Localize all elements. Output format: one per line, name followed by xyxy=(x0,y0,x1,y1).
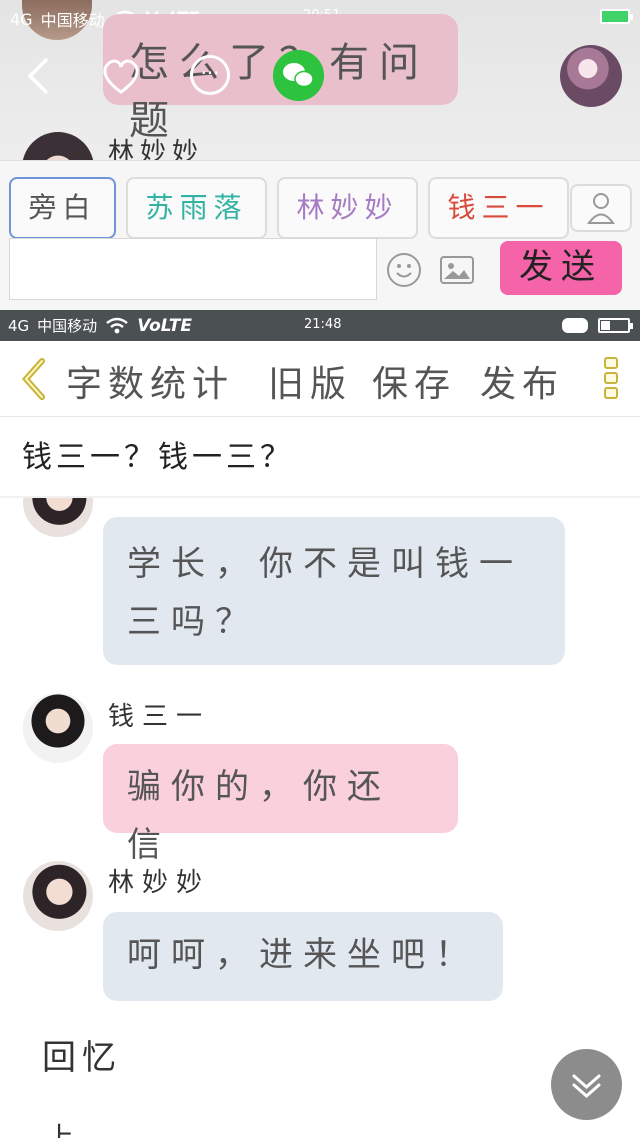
message-bubble: 骗你的，你还信 xyxy=(103,744,458,865)
battery-icon xyxy=(598,318,633,333)
tab-qian-sanyi[interactable]: 钱三一 xyxy=(428,177,569,239)
status-bar: 4G 中国移动 VoLTE 21:48 xyxy=(0,310,640,341)
wifi-icon xyxy=(106,317,128,333)
gamepad-icon xyxy=(562,318,588,333)
emoji-icon[interactable] xyxy=(387,253,421,287)
save-button[interactable]: 保存 xyxy=(372,355,456,407)
avatar[interactable] xyxy=(560,45,622,107)
tab-narrator[interactable]: 旁白 xyxy=(9,177,116,239)
scroll-down-button[interactable] xyxy=(551,1049,622,1120)
network-label: VoLTE xyxy=(137,315,193,336)
back-icon[interactable] xyxy=(22,56,52,96)
message-text: 呵呵，进来坐吧！ xyxy=(127,935,479,975)
back-icon[interactable] xyxy=(18,357,48,401)
menu-icon[interactable] xyxy=(604,357,620,405)
avatar xyxy=(23,693,93,763)
message-text: 学长，你不是叫钱一 xyxy=(127,544,523,584)
editor-header: 字数统计 旧版 保存 发布 xyxy=(0,341,640,417)
more-icon[interactable]: ··· xyxy=(190,55,230,95)
tab-su-yuluo[interactable]: 苏雨落 xyxy=(126,177,267,239)
message-input[interactable] xyxy=(9,238,377,300)
user-icon xyxy=(587,193,615,224)
section-title: 回忆 xyxy=(42,1038,122,1078)
old-version-button[interactable]: 旧版 xyxy=(268,355,352,407)
sender-name: 钱三一 xyxy=(108,702,211,732)
avatar xyxy=(23,861,93,931)
message-text: 三吗？ xyxy=(127,602,259,642)
message-bubble: 学长，你不是叫钱一 三吗？ xyxy=(103,517,565,665)
signal-label: 4G xyxy=(10,9,33,29)
wechat-icon[interactable] xyxy=(273,50,324,101)
sender-name: 林妙妙 xyxy=(108,868,211,898)
avatar xyxy=(23,498,93,537)
chevron-down-icon xyxy=(572,1074,601,1098)
add-character-button[interactable] xyxy=(570,184,632,232)
message-text: 骗你的，你还信 xyxy=(127,767,391,865)
message-bubble: 呵呵，进来坐吧！ xyxy=(103,912,503,1001)
signal-label: 4G xyxy=(8,316,30,335)
clock: 21:48 xyxy=(304,317,342,332)
battery-icon xyxy=(600,9,633,24)
divider xyxy=(0,496,640,498)
heart-icon[interactable] xyxy=(100,56,142,96)
top-screenshot: 4G 中国移动 VoLTE 20:51 怎么了？有问题 ··· 林妙妙 旁白 苏… xyxy=(0,0,640,310)
image-icon[interactable] xyxy=(440,256,474,284)
partial-text: 上 xyxy=(46,1121,75,1138)
send-button[interactable]: 发送 xyxy=(500,241,622,295)
carrier-label: 中国移动 xyxy=(37,317,98,335)
carrier-label: 中国移动 xyxy=(40,11,105,30)
publish-button[interactable]: 发布 xyxy=(480,355,564,407)
narration-text: 钱三一？钱一三？ xyxy=(22,440,294,475)
tab-lin-miaomiao[interactable]: 林妙妙 xyxy=(277,177,418,239)
word-count-button[interactable]: 字数统计 xyxy=(66,355,234,407)
